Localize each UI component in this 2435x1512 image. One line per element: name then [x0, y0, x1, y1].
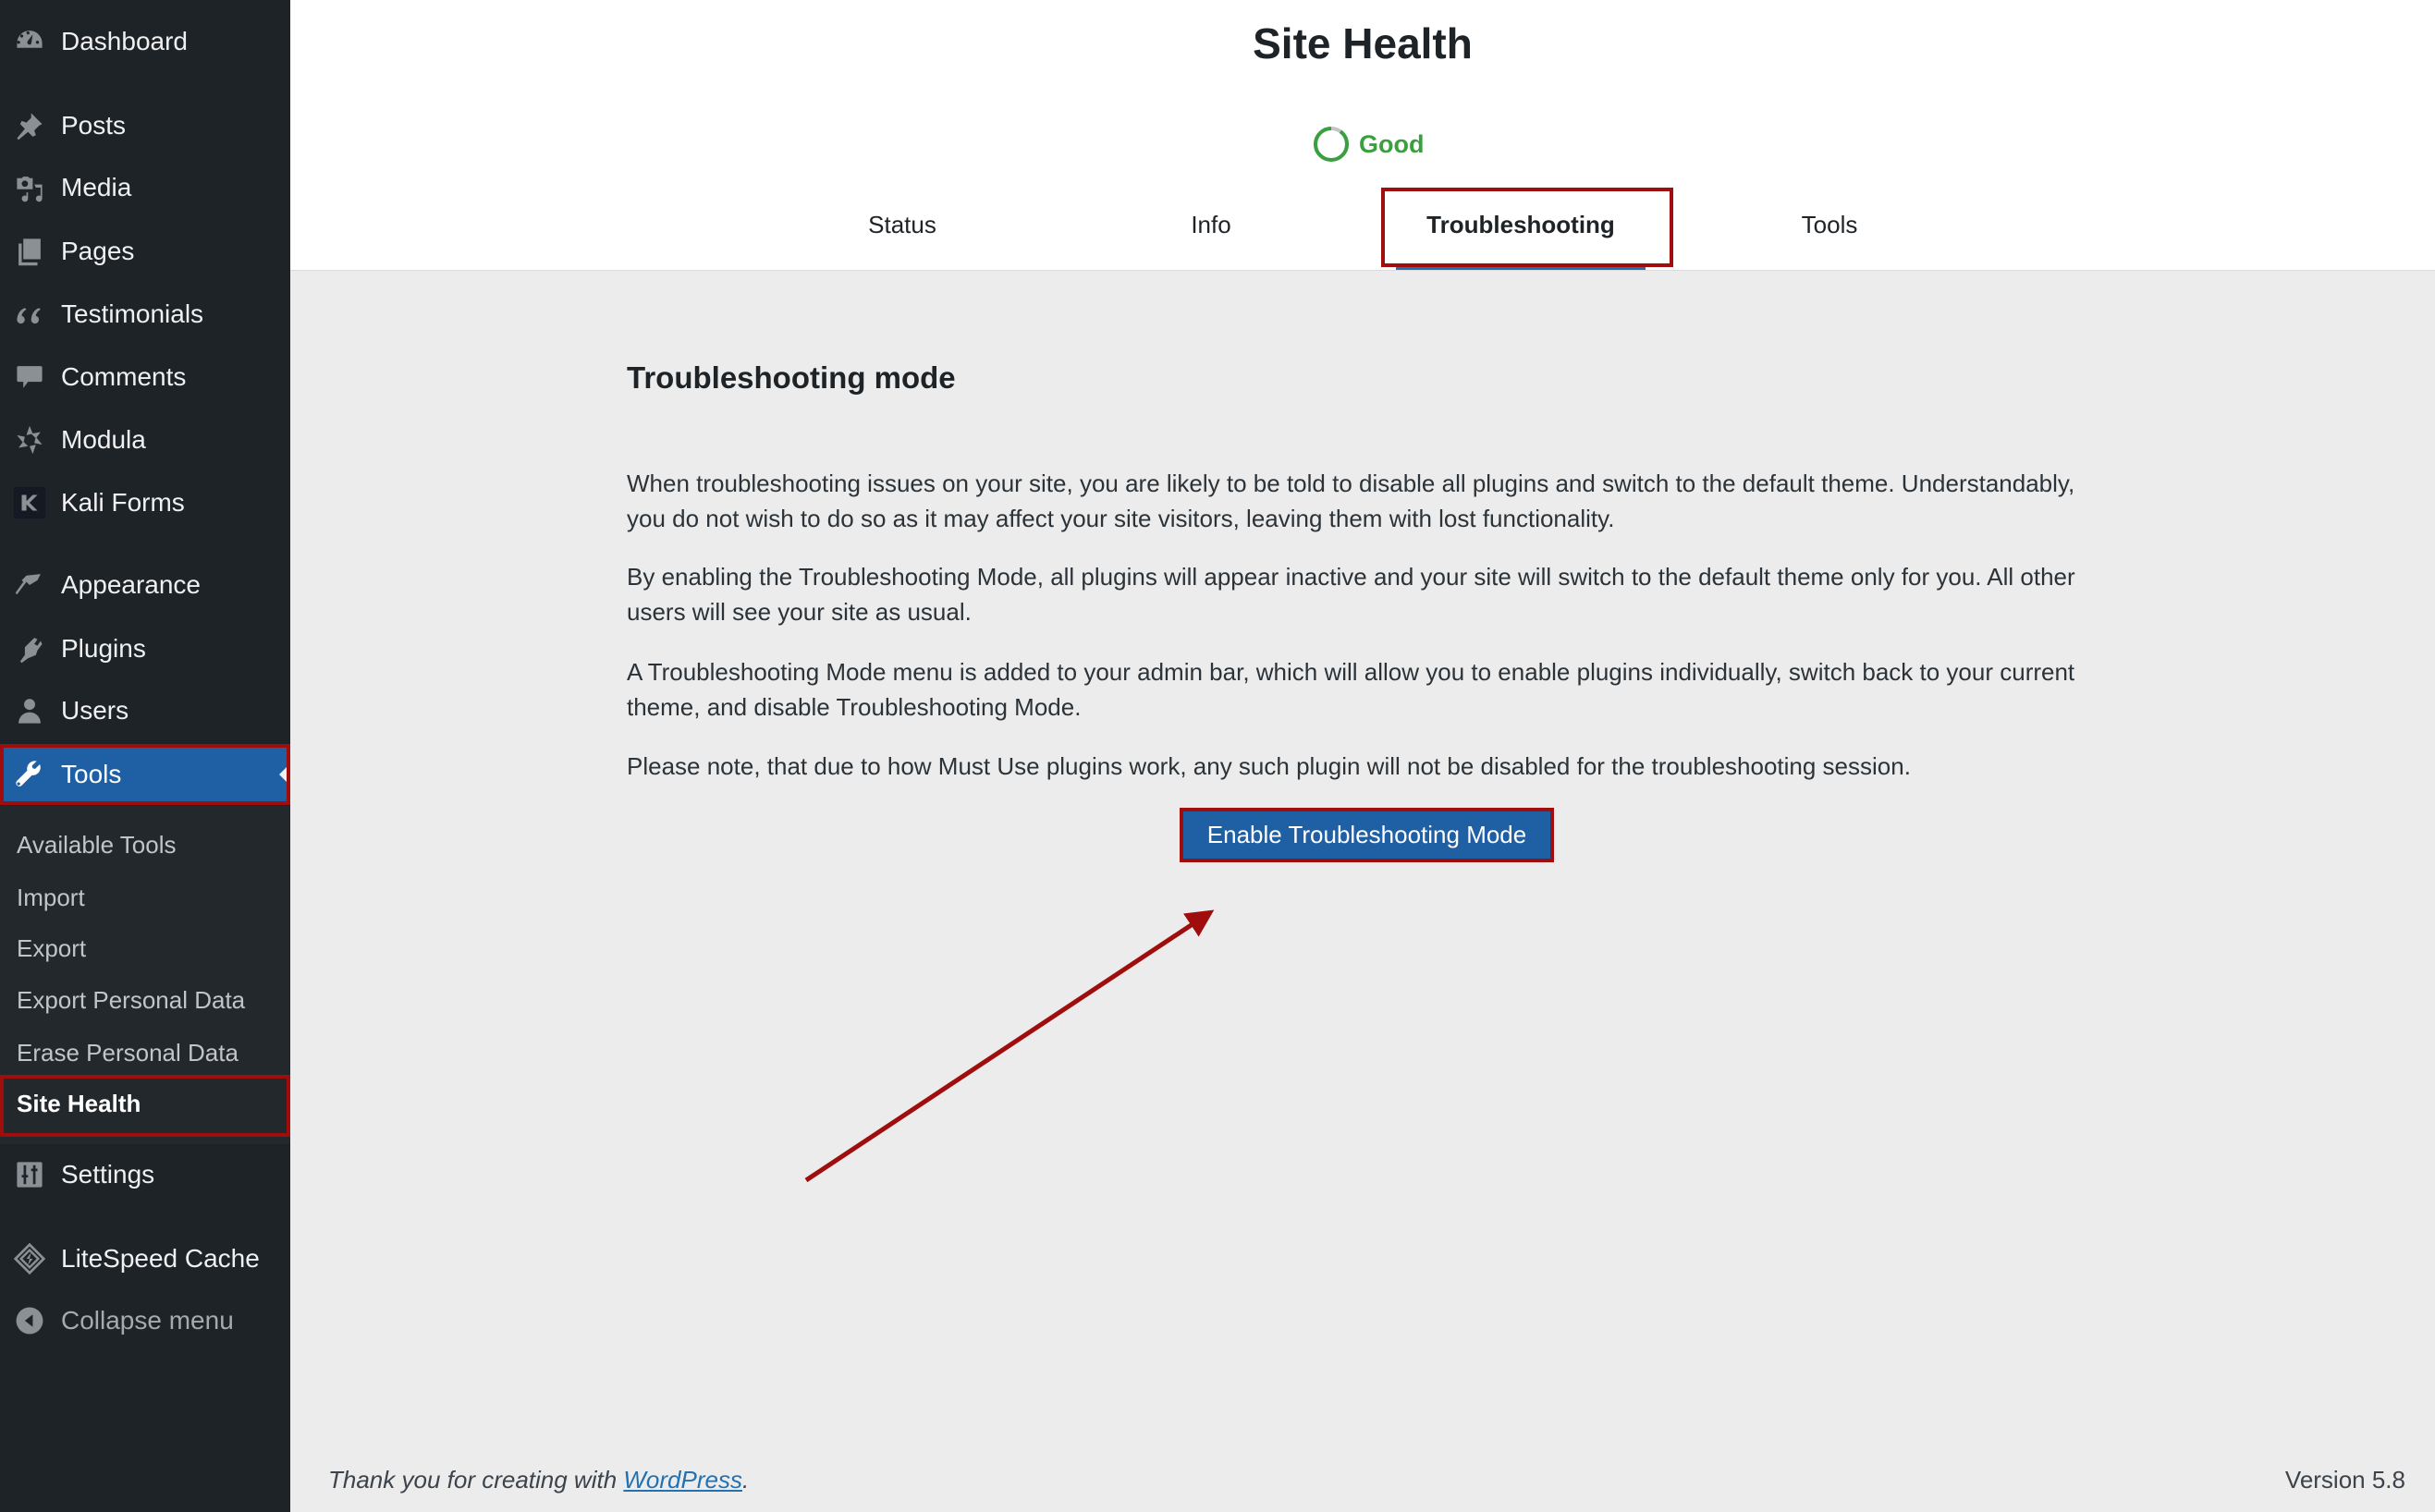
litespeed-icon	[11, 1240, 48, 1277]
sidebar-item-comments[interactable]: Comments	[0, 349, 290, 405]
pages-icon	[11, 233, 48, 270]
quote-icon	[11, 296, 48, 333]
media-icon	[11, 169, 48, 206]
kali-forms-icon	[11, 484, 48, 521]
paragraph-admin-bar: A Troubleshooting Mode menu is added to …	[627, 658, 2075, 721]
footer-version: Version 5.8	[2284, 1466, 2405, 1494]
sidebar-item-label: Plugins	[61, 634, 146, 663]
health-status-indicator: Good	[1313, 126, 1424, 163]
pin-icon	[11, 107, 48, 144]
sidebar-item-label: Comments	[61, 362, 187, 391]
paragraph-must-use: Please note, that due to how Must Use pl…	[627, 752, 1911, 780]
footer-thanks-text: Thank you for creating with	[328, 1466, 624, 1494]
sidebar-item-label: Appearance	[61, 570, 202, 599]
health-status-label: Good	[1359, 129, 1425, 158]
sidebar-item-label: Media	[61, 173, 132, 201]
annotation-arrow-line	[804, 909, 1215, 1183]
collapse-icon	[11, 1302, 48, 1339]
sidebar-item-plugins[interactable]: Plugins	[0, 621, 290, 677]
submenu-item-available-tools[interactable]: Available Tools	[17, 826, 177, 863]
modula-icon	[11, 421, 48, 458]
sidebar-item-label: Dashboard	[61, 27, 188, 55]
active-indicator-caret	[279, 763, 290, 786]
page-title: Site Health	[1253, 19, 1473, 67]
section-heading: Troubleshooting mode	[627, 360, 956, 395]
settings-icon	[11, 1156, 48, 1193]
paragraph-intro: When troubleshooting issues on your site…	[627, 469, 2075, 532]
tab-status[interactable]: Status	[868, 196, 936, 270]
tab-info[interactable]: Info	[1191, 196, 1230, 270]
submenu-item-import[interactable]: Import	[17, 879, 85, 916]
paragraph-enabling: By enabling the Troubleshooting Mode, al…	[627, 563, 2075, 626]
site-health-header: Site Health Good Status Info Troubleshoo…	[290, 0, 2435, 271]
wordpress-link[interactable]: WordPress	[623, 1466, 742, 1494]
sidebar-item-litespeed-cache[interactable]: LiteSpeed Cache	[0, 1231, 290, 1286]
admin-sidebar: Dashboard Posts Media Pages Testimonials…	[0, 0, 290, 1512]
submenu-item-export-personal-data[interactable]: Export Personal Data	[17, 982, 245, 1018]
footer-thanks: Thank you for creating with WordPress.	[328, 1466, 749, 1494]
sidebar-item-settings[interactable]: Settings	[0, 1147, 290, 1202]
sidebar-item-testimonials[interactable]: Testimonials	[0, 287, 290, 342]
plugin-icon	[11, 630, 48, 667]
sidebar-item-dashboard[interactable]: Dashboard	[0, 14, 290, 69]
sidebar-item-posts[interactable]: Posts	[0, 98, 290, 153]
footer-thanks-period: .	[741, 1466, 750, 1494]
sidebar-item-label: Settings	[61, 1160, 155, 1189]
dashboard-icon	[11, 23, 48, 60]
sidebar-item-appearance[interactable]: Appearance	[0, 557, 290, 613]
sidebar-item-label: Modula	[61, 425, 146, 454]
sidebar-item-label: Users	[61, 696, 129, 725]
sidebar-item-label: Posts	[61, 111, 127, 140]
submenu-item-site-health[interactable]: Site Health	[17, 1085, 141, 1122]
tab-tools[interactable]: Tools	[1802, 196, 1858, 270]
enable-troubleshooting-mode-button[interactable]: Enable Troubleshooting Mode	[1180, 808, 1554, 862]
sidebar-item-label: Kali Forms	[61, 488, 185, 517]
sidebar-item-modula[interactable]: Modula	[0, 412, 290, 468]
active-tab-underline	[1396, 264, 1646, 270]
user-icon	[11, 692, 48, 729]
tab-troubleshooting[interactable]: Troubleshooting	[1426, 196, 1615, 270]
health-progress-ring-icon	[1314, 127, 1349, 162]
paintbrush-icon	[11, 567, 48, 604]
submenu-item-export[interactable]: Export	[17, 930, 86, 967]
collapse-menu-label: Collapse menu	[61, 1306, 234, 1335]
sidebar-item-label: Testimonials	[61, 299, 204, 328]
sidebar-item-users[interactable]: Users	[0, 683, 290, 738]
sidebar-item-kali-forms[interactable]: Kali Forms	[0, 475, 290, 530]
submenu-item-erase-personal-data[interactable]: Erase Personal Data	[17, 1034, 239, 1071]
sidebar-item-label: LiteSpeed Cache	[61, 1244, 260, 1273]
tools-submenu: Available Tools Import Export Export Per…	[0, 806, 290, 1144]
comment-icon	[11, 359, 48, 396]
sidebar-item-label: Pages	[61, 237, 135, 265]
wrench-icon	[11, 756, 48, 793]
collapse-menu-button[interactable]: Collapse menu	[0, 1293, 290, 1348]
sidebar-item-pages[interactable]: Pages	[0, 224, 290, 279]
sidebar-item-media[interactable]: Media	[0, 160, 290, 215]
sidebar-item-label: Tools	[61, 760, 122, 788]
sidebar-item-tools[interactable]: Tools	[0, 747, 290, 802]
